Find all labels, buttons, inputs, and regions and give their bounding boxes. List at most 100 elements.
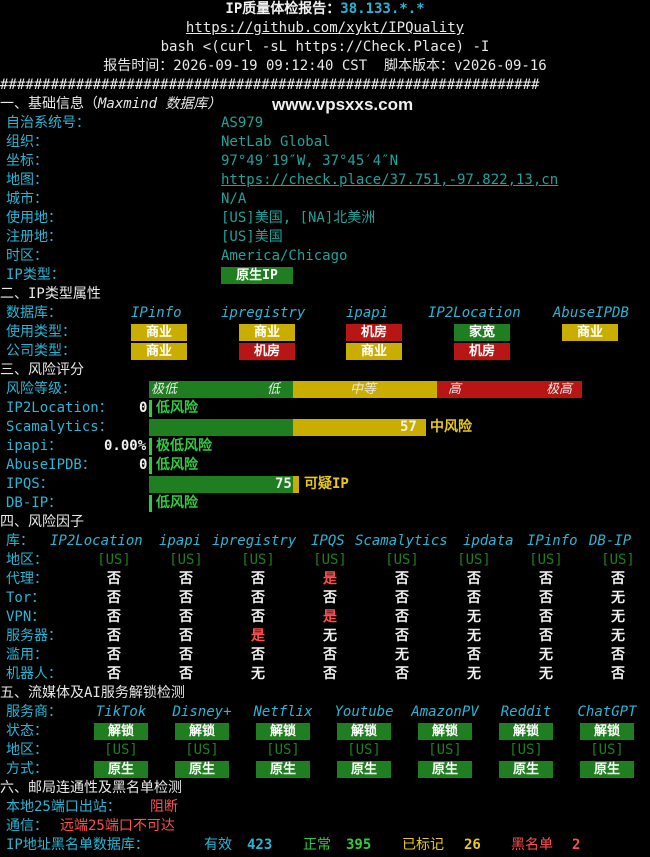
media-method-label: 方式：	[6, 761, 48, 777]
reg-place-label: 注册地：	[6, 229, 62, 245]
factor-cell: 是	[251, 628, 265, 644]
factors-db-label: 库：	[6, 533, 34, 549]
abuseipdb-risk-text: 低风险	[156, 457, 198, 473]
ipapi-risk-text: 极低风险	[156, 438, 212, 454]
level-very-low: 极低	[151, 382, 178, 397]
factor-db-ipinfo: IPinfo	[527, 533, 578, 549]
usage-badge-abuseipdb: 商业	[562, 324, 618, 341]
company-badge-ipregistry: 机房	[239, 343, 295, 360]
reg-place-value: [US]美国	[221, 229, 283, 245]
factor-cell: 否	[251, 590, 265, 606]
media-service-name: Youtube	[334, 704, 394, 720]
factor-db-ip2location: IP2Location	[50, 533, 143, 549]
blacklist-count-label: 黑名单	[511, 837, 553, 853]
usage-badge-ip2location: 家宽	[454, 324, 510, 341]
factor-cell: 否	[539, 628, 553, 644]
normal-count: 395	[346, 837, 372, 853]
factor-cell: 否	[395, 628, 409, 644]
ipqs-bar	[149, 476, 293, 493]
factor-row-label: Tor：	[6, 590, 46, 606]
media-region-value: [US]	[185, 742, 219, 758]
factor-cell: 是	[323, 571, 337, 587]
org-value: NetLab Global	[221, 134, 331, 150]
factor-cell: [US]	[169, 552, 203, 568]
factor-cell: 否	[107, 628, 121, 644]
factor-db-ipdata: ipdata	[463, 533, 514, 549]
company-badge-ipinfo: 商业	[131, 343, 187, 360]
level-very-high: 极高	[546, 382, 573, 397]
factor-row-label: 服务器：	[6, 628, 62, 644]
factor-cell: [US]	[529, 552, 563, 568]
ipapi-score-value: 0.00%	[104, 438, 147, 454]
city-label: 城市：	[6, 191, 48, 207]
company-type-label: 公司类型：	[6, 343, 76, 359]
factor-db-ipapi: ipapi	[159, 533, 202, 549]
mail-section-heading: 六、邮局连通性及黑名单检测	[0, 780, 182, 796]
ip2location-score-value: 0	[139, 400, 148, 416]
port25-label: 本地25端口出站：	[6, 799, 121, 815]
comm-label: 通信：	[6, 818, 48, 834]
media-method-badge: 原生	[499, 761, 553, 778]
asn-label: 自治系统号：	[6, 115, 90, 131]
repo-link[interactable]: https://github.com/xykt/IPQuality	[0, 19, 650, 38]
risk-section-heading: 三、风险评分	[0, 362, 84, 378]
factor-cell: [US]	[385, 552, 419, 568]
factor-cell: 无	[467, 666, 481, 682]
scamalytics-score-value: 57	[400, 419, 417, 435]
ipqs-score-label: IPQS：	[6, 476, 54, 492]
map-label: 地图：	[6, 172, 48, 188]
map-link[interactable]: https://check.place/37.751,-97.822,13,cn	[221, 171, 558, 190]
timezone-label: 时区：	[6, 248, 48, 264]
factor-db-dbip: DB-IP	[589, 533, 632, 549]
dbip-score-label: DB-IP：	[6, 495, 63, 511]
report-title: IP质量体检报告：38.133.*.*	[225, 1, 425, 17]
factor-cell: 否	[107, 666, 121, 682]
factors-section-heading: 四、风险因子	[0, 514, 84, 530]
factor-cell: [US]	[457, 552, 491, 568]
command-line: bash <(curl -sL https://Check.Place) -I	[160, 39, 490, 55]
factor-cell: 否	[611, 571, 625, 587]
media-region-label: 地区：	[6, 742, 48, 758]
media-region-value: [US]	[428, 742, 462, 758]
media-method-badge: 原生	[337, 761, 391, 778]
valid-count: 423	[247, 837, 273, 853]
db-ipregistry: ipregistry	[221, 305, 306, 321]
factor-row-label: 代理：	[6, 571, 48, 587]
factor-cell: 否	[179, 666, 193, 682]
media-status-badge: 解锁	[175, 723, 229, 740]
factor-cell: 无	[395, 647, 409, 663]
scamalytics-risk-text: 中风险	[430, 419, 472, 435]
ipqs-score-value: 75	[275, 476, 292, 492]
valid-label: 有效	[204, 837, 232, 853]
factor-cell: 无	[467, 628, 481, 644]
media-method-badge: 原生	[94, 761, 148, 778]
media-status-badge: 解锁	[337, 723, 391, 740]
factor-cell: 否	[107, 571, 121, 587]
media-status-badge: 解锁	[94, 723, 148, 740]
iptype-db-label: 数据库：	[6, 305, 62, 321]
factor-cell: 否	[251, 571, 265, 587]
ip2location-score-label: IP2Location：	[6, 400, 113, 416]
factor-cell: [US]	[97, 552, 131, 568]
factor-cell: 无	[251, 666, 265, 682]
factor-cell: [US]	[313, 552, 347, 568]
factor-cell: 无	[539, 647, 553, 663]
media-status-badge: 解锁	[499, 723, 553, 740]
timezone-value: America/Chicago	[221, 248, 348, 264]
factor-cell: 否	[395, 666, 409, 682]
factor-cell: 否	[611, 666, 625, 682]
factor-cell: 否	[107, 590, 121, 606]
factor-cell: [US]	[241, 552, 275, 568]
factor-cell: 否	[179, 609, 193, 625]
factor-cell: 否	[395, 609, 409, 625]
media-method-badge: 原生	[256, 761, 310, 778]
factor-cell: 否	[611, 647, 625, 663]
comm-value: 远端25端口不可达	[60, 818, 175, 834]
factor-cell: 否	[323, 647, 337, 663]
factor-cell: 无	[611, 609, 625, 625]
factor-cell: 无	[323, 628, 337, 644]
media-region-value: [US]	[104, 742, 138, 758]
asn-value: AS979	[221, 115, 264, 131]
usage-badge-ipregistry: 商业	[239, 324, 295, 341]
blacklist-count: 2	[572, 837, 581, 853]
